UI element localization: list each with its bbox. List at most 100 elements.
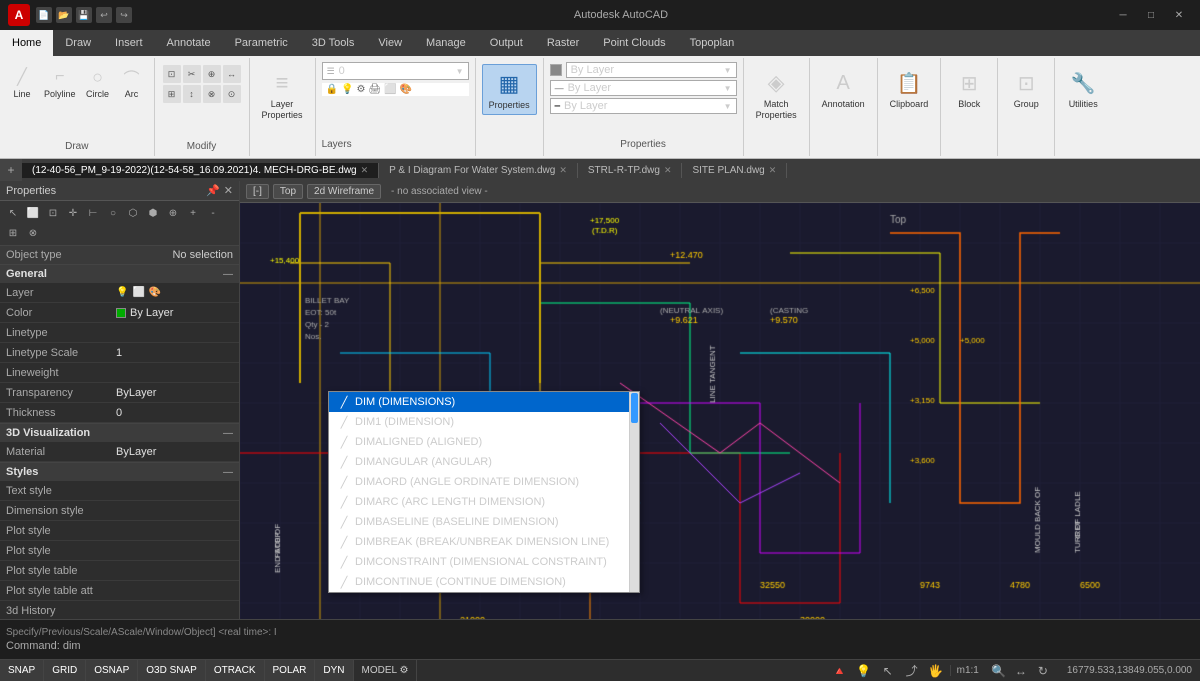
osnap-button[interactable]: OSNAP [86, 660, 138, 681]
zoom-icon[interactable]: 🔍 [989, 661, 1009, 681]
general-section-header[interactable]: General — [0, 265, 239, 283]
close-button[interactable]: ✕ [1166, 5, 1192, 25]
props-tool-poly[interactable]: ⬜ [24, 204, 42, 222]
new-tab-button[interactable]: + [0, 159, 22, 181]
status-icon-3[interactable]: ↖ [878, 661, 898, 681]
minimize-button[interactable]: ─ [1110, 5, 1136, 25]
tab-manage[interactable]: Manage [414, 30, 478, 56]
visualization-section-header[interactable]: 3D Visualization — [0, 424, 239, 442]
props-tool-add[interactable]: + [184, 204, 202, 222]
open-icon[interactable]: 📂 [56, 7, 72, 23]
props-tool-lasso[interactable]: ○ [104, 204, 122, 222]
modify-btn-2[interactable]: ✂ [183, 65, 201, 83]
props-tool-cpolygon[interactable]: ⬢ [144, 204, 162, 222]
linetype-dropdown[interactable]: — By Layer ▼ [550, 80, 737, 96]
prop-layer-value[interactable]: 💡 ⬜ 🎨 [116, 287, 233, 298]
props-close-icon[interactable]: ✕ [224, 184, 233, 197]
tab-home[interactable]: Home [0, 30, 53, 56]
doc-tab-2-close[interactable]: ✕ [559, 165, 567, 176]
layer-dropdown-1[interactable]: ☰ 0 ▼ [322, 62, 469, 80]
doc-tab-3[interactable]: STRL-R-TP.dwg ✕ [578, 163, 683, 178]
ac-item-dimarc[interactable]: ╱ DIMARC (ARC LENGTH DIMENSION) [329, 492, 629, 512]
props-tool-cross[interactable]: ✛ [64, 204, 82, 222]
snap-button[interactable]: SNAP [0, 660, 44, 681]
layer-icon-1[interactable]: 🔒 [326, 84, 338, 95]
tab-draw[interactable]: Draw [53, 30, 103, 56]
viewport-nav-btn[interactable]: [-] [246, 184, 269, 199]
status-icon-2[interactable]: 💡 [854, 661, 874, 681]
ac-item-dimaligned[interactable]: ╱ DIMALIGNED (ALIGNED) [329, 432, 629, 452]
prop-material-value[interactable]: ByLayer [116, 446, 233, 458]
layer-icon-5[interactable]: ⬜ [384, 84, 396, 95]
status-icon-1[interactable]: 🔺 [830, 661, 850, 681]
props-pin-icon[interactable]: 📌 [206, 184, 220, 197]
doc-tab-1[interactable]: (12-40-56_PM_9-19-2022)(12-54-58_16.09.2… [22, 163, 379, 178]
redo-icon[interactable]: ↪ [116, 7, 132, 23]
layer-properties-button[interactable]: ≡ LayerProperties [256, 64, 309, 124]
lineweight-dropdown[interactable]: ━ By Layer ▼ [550, 98, 737, 114]
o3dsnap-button[interactable]: O3D SNAP [138, 660, 206, 681]
pan-icon[interactable]: ↔ [1011, 661, 1031, 681]
autocomplete-scrollbar[interactable] [629, 392, 639, 592]
polar-button[interactable]: POLAR [265, 660, 316, 681]
tab-pointclouds[interactable]: Point Clouds [591, 30, 677, 56]
match-properties-button[interactable]: ◈ MatchProperties [750, 64, 803, 124]
ac-item-dimcontinue[interactable]: ╱ DIMCONTINUE (CONTINUE DIMENSION) [329, 572, 629, 592]
ac-item-dim1[interactable]: ╱ DIM1 (DIMENSION) [329, 412, 629, 432]
props-tool-select[interactable]: ↖ [4, 204, 22, 222]
doc-tab-2[interactable]: P & I Diagram For Water System.dwg ✕ [379, 163, 578, 178]
viewport-top-btn[interactable]: Top [273, 184, 303, 199]
undo-icon[interactable]: ↩ [96, 7, 112, 23]
tab-parametric[interactable]: Parametric [223, 30, 300, 56]
doc-tab-4[interactable]: SITE PLAN.dwg ✕ [682, 163, 787, 178]
ac-item-dimbaseline[interactable]: ╱ DIMBASELINE (BASELINE DIMENSION) [329, 512, 629, 532]
props-tool-remove[interactable]: - [204, 204, 222, 222]
layer-icon-4[interactable]: 🖨 [368, 84, 381, 95]
styles-section-header[interactable]: Styles — [0, 463, 239, 481]
modify-btn-8[interactable]: ⊙ [223, 85, 241, 103]
layer-icon-3[interactable]: ⚙ [356, 84, 365, 95]
dyn-button[interactable]: DYN [315, 660, 353, 681]
doc-tab-3-close[interactable]: ✕ [664, 165, 672, 176]
ac-item-dimbreak[interactable]: ╱ DIMBREAK (BREAK/UNBREAK DIMENSION LINE… [329, 532, 629, 552]
prop-color-value[interactable]: By Layer [116, 307, 233, 319]
status-icon-5[interactable]: 🖐 [926, 661, 946, 681]
viewport[interactable]: [-] Top 2d Wireframe - no associated vie… [240, 181, 1200, 619]
ac-item-dimangular[interactable]: ╱ DIMANGULAR (ANGULAR) [329, 452, 629, 472]
maximize-button[interactable]: □ [1138, 5, 1164, 25]
annotation-button[interactable]: A Annotation [816, 64, 871, 113]
line-button[interactable]: ╱ Line [6, 63, 38, 101]
ac-item-dimconstraint[interactable]: ╱ DIMCONSTRAINT (DIMENSIONAL CONSTRAINT) [329, 552, 629, 572]
group-button[interactable]: ⊡ Group [1004, 64, 1048, 113]
tab-3dtools[interactable]: 3D Tools [300, 30, 367, 56]
props-tool-window[interactable]: ⊡ [44, 204, 62, 222]
modify-btn-3[interactable]: ⊕ [203, 65, 221, 83]
layer-icon-2[interactable]: 💡 [341, 84, 353, 95]
autocomplete-dropdown[interactable]: ╱ DIM (DIMENSIONS) ╱ DIM1 (DIMENSION) ╱ … [328, 391, 640, 593]
modify-btn-6[interactable]: ↕ [183, 85, 201, 103]
utilities-button[interactable]: 🔧 Utilities [1061, 64, 1105, 113]
tab-annotate[interactable]: Annotate [155, 30, 223, 56]
model-button[interactable]: MODEL ⚙ [354, 660, 418, 681]
grid-button[interactable]: GRID [44, 660, 86, 681]
arc-button[interactable]: ⌒ Arc [116, 63, 148, 101]
new-icon[interactable]: 📄 [36, 7, 52, 23]
prop-linetype-scale-value[interactable]: 1 [116, 347, 233, 359]
clipboard-button[interactable]: 📋 Clipboard [884, 64, 935, 113]
circle-button[interactable]: ○ Circle [82, 63, 114, 101]
ac-item-dim[interactable]: ╱ DIM (DIMENSIONS) [329, 392, 629, 412]
tab-view[interactable]: View [366, 30, 414, 56]
props-tool-filter[interactable]: ⊕ [164, 204, 182, 222]
prop-thickness-value[interactable]: 0 [116, 407, 233, 419]
tab-output[interactable]: Output [478, 30, 535, 56]
tab-raster[interactable]: Raster [535, 30, 591, 56]
doc-tab-4-close[interactable]: ✕ [769, 165, 777, 176]
props-tool-fence[interactable]: ⊢ [84, 204, 102, 222]
properties-button[interactable]: ▦ Properties [482, 64, 537, 115]
tab-insert[interactable]: Insert [103, 30, 155, 56]
otrack-button[interactable]: OTRACK [206, 660, 265, 681]
modify-btn-4[interactable]: ↔ [223, 65, 241, 83]
modify-btn-5[interactable]: ⊞ [163, 85, 181, 103]
props-tool-wpolygon[interactable]: ⬡ [124, 204, 142, 222]
layer-icon-6[interactable]: 🎨 [400, 84, 412, 95]
